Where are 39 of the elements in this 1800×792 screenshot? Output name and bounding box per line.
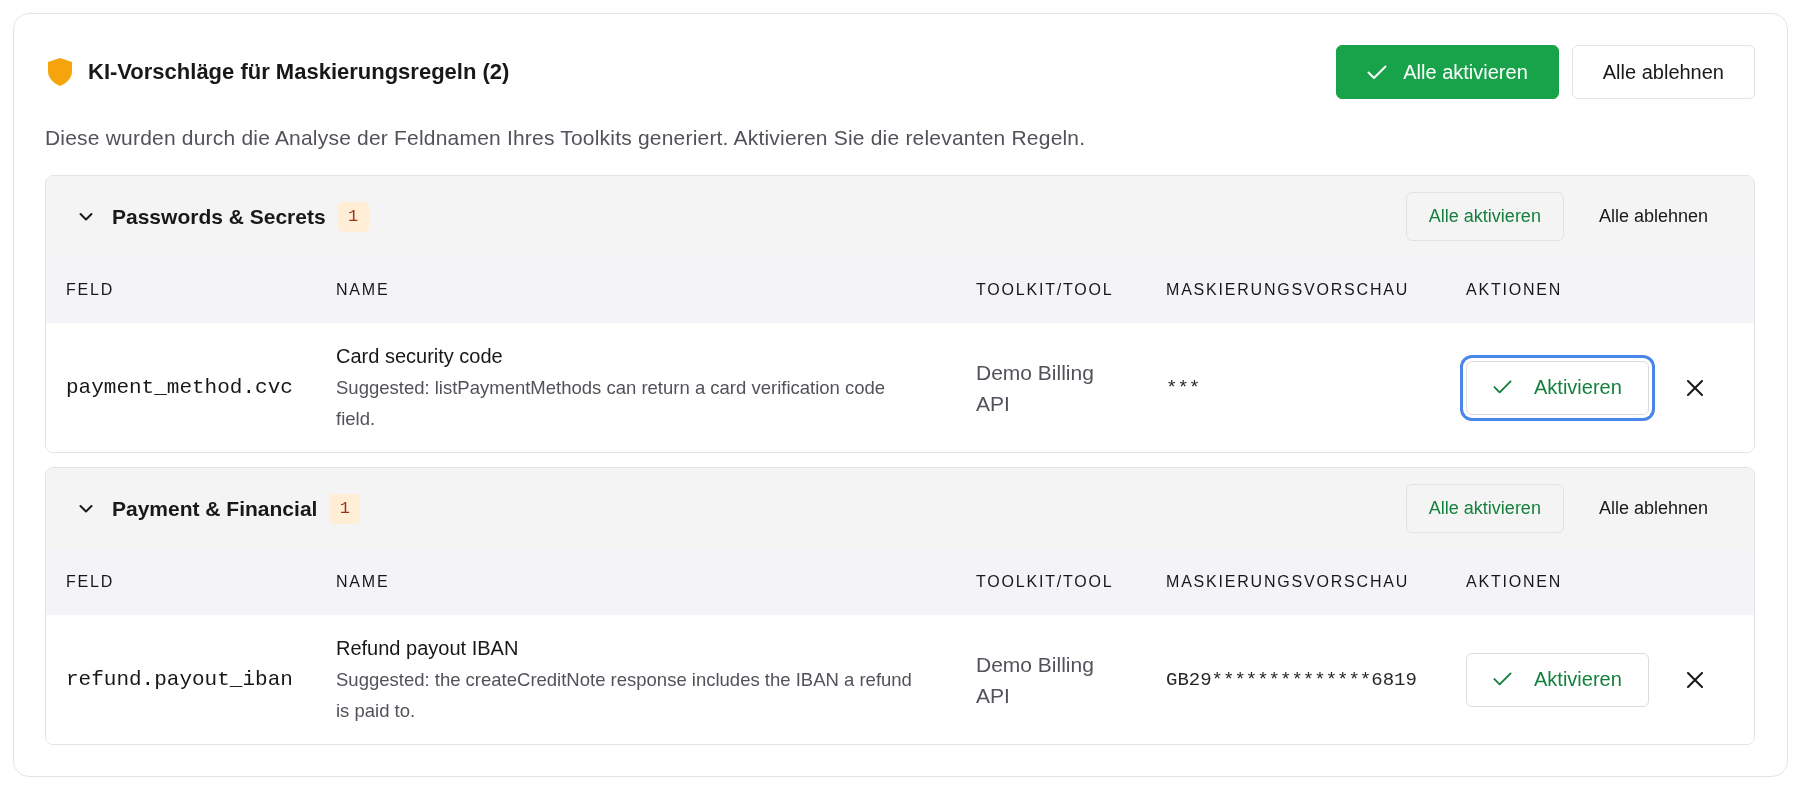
column-header: NAME (335, 573, 391, 591)
rule-name: Card security code (336, 343, 503, 369)
activate-button[interactable]: Aktivieren (1466, 652, 1649, 707)
activate-all-button[interactable]: Alle aktivieren (1336, 45, 1559, 99)
column-header: FELD (65, 281, 116, 299)
check-icon (1493, 380, 1512, 395)
reject-all-button[interactable]: Alle ablehnen (1573, 192, 1733, 241)
count-badge: 1 (337, 201, 369, 232)
reject-all-button[interactable]: Alle ablehnen (1573, 484, 1733, 533)
shield-icon (48, 58, 72, 86)
mask-preview: *** (1166, 376, 1201, 399)
count-badge: 1 (329, 493, 361, 524)
close-icon (1686, 379, 1703, 396)
check-icon (1367, 64, 1388, 80)
field-path: refund.payout_iban (66, 668, 293, 691)
column-header: MASKIERUNGSVORSCHAU (1165, 573, 1411, 591)
toolkit-name: Demo Billing API (976, 651, 1095, 709)
column-header: AKTIONEN (1465, 281, 1564, 299)
field-path: payment_method.cvc (66, 376, 293, 399)
activate-all-button[interactable]: Alle aktivieren (1405, 192, 1564, 241)
close-icon (1686, 671, 1703, 688)
category-title: Payment & Financial (112, 496, 318, 521)
mask-preview: GB29**************6819 (1166, 668, 1417, 691)
toolkit-name: Demo Billing API (976, 359, 1095, 417)
panel-description: Diese wurden durch die Analyse der Feldnamen Ihres Toolkits generiert. Aktivieren Sie die relevanten Regeln. (45, 125, 1087, 151)
rule-name: Refund payout IBAN (336, 635, 519, 661)
check-icon (1493, 672, 1512, 687)
category-title: Passwords & Secrets (112, 204, 326, 229)
column-header: AKTIONEN (1465, 573, 1564, 591)
column-header: FELD (65, 573, 116, 591)
activate-all-button[interactable]: Alle aktivieren (1405, 484, 1564, 533)
column-header: TOOLKIT/TOOL (975, 573, 1115, 591)
rule-suggestion: Suggested: the createCreditNote response includes the IBAN a refund is paid to. (336, 667, 913, 723)
column-header: TOOLKIT/TOOL (975, 281, 1115, 299)
column-header: MASKIERUNGSVORSCHAU (1165, 281, 1411, 299)
panel-title: KI-Vorschläge für Maskierungsregeln (2) (88, 59, 510, 85)
column-header: NAME (335, 281, 391, 299)
rule-suggestion: Suggested: listPaymentMethods can return a card verification code field. (336, 375, 887, 431)
reject-all-button[interactable]: Alle ablehnen (1571, 45, 1755, 99)
